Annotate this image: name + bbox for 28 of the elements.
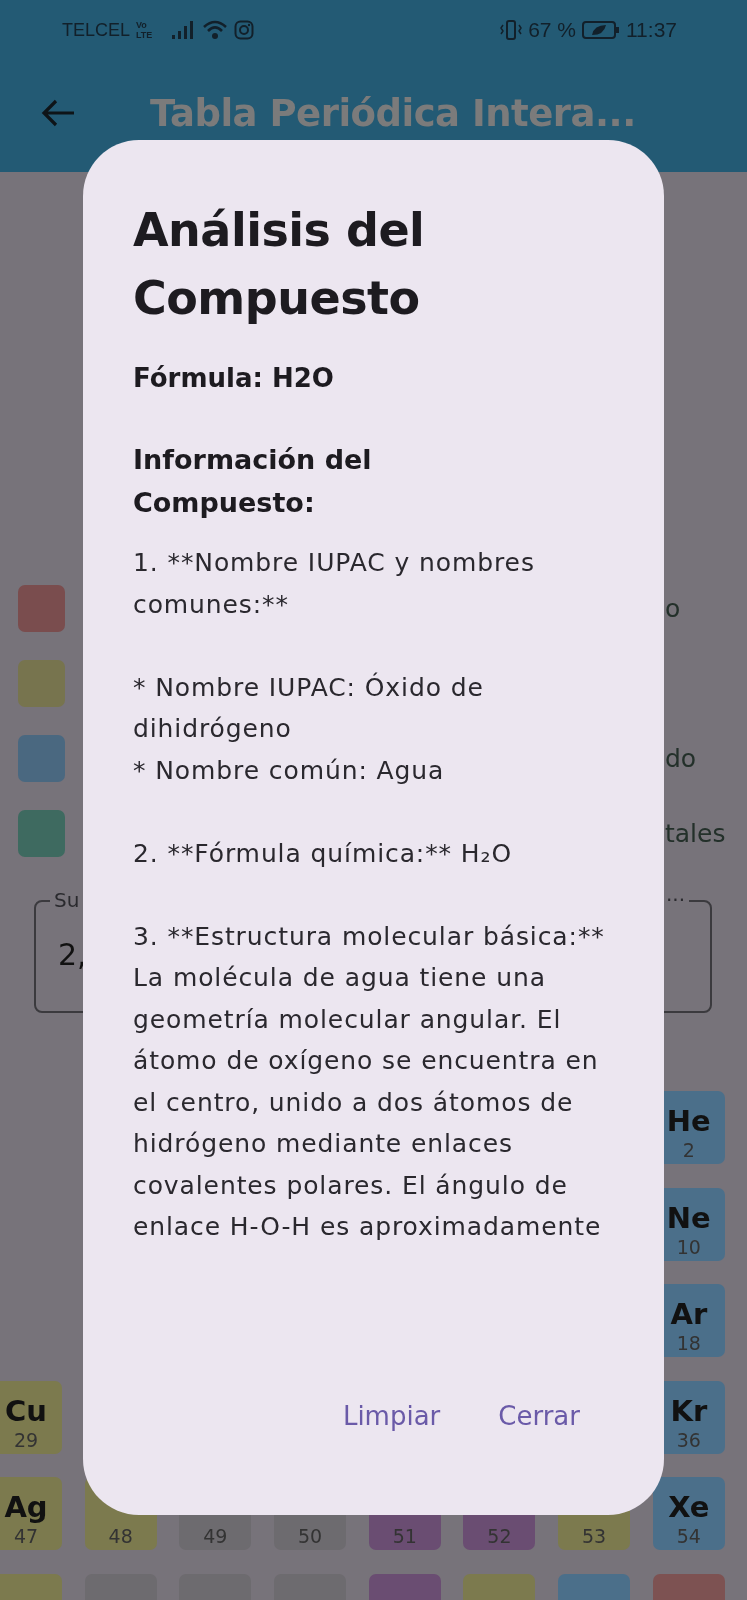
legend-label: do (665, 744, 698, 773)
legend-label: o (665, 594, 682, 623)
body-text: * Nombre IUPAC: Óxido de dihidrógeno (133, 671, 485, 745)
battery-percent: 67 % (528, 18, 576, 42)
app-title: Tabla Periódica Intera... (150, 91, 636, 135)
dialog-button[interactable]: Cerrar (484, 1393, 594, 1439)
clock-time: 11:37 (626, 18, 677, 42)
body-text: 2. **Fórmula química:** H₂O (133, 837, 514, 870)
camera-app-icon (234, 20, 255, 40)
body-text: 1. **Nombre IUPAC y nombres comunes:** (133, 547, 536, 621)
dialog-title: Análisis del Compuesto (133, 202, 426, 327)
back-arrow-icon[interactable] (40, 98, 76, 128)
formula-heading: Fórmula: H2O (133, 362, 335, 395)
dialog-button[interactable]: Limpiar (328, 1393, 455, 1439)
element-tile[interactable]: Cu 29 (0, 1380, 62, 1454)
element-tile[interactable]: Xe 54 (652, 1477, 725, 1550)
body-text: * Nombre común: Agua (133, 754, 446, 787)
section-heading: Información del Compuesto: (133, 443, 373, 520)
wifi-icon (202, 19, 229, 41)
volte-label: LTE (136, 30, 153, 40)
field-value: 2, (58, 937, 87, 972)
element-tile[interactable]: Ag 47 (0, 1477, 62, 1550)
carrier-name: TELCEL (62, 19, 131, 41)
vibrate-icon (500, 19, 523, 41)
battery-icon (582, 20, 620, 40)
legend-label: tales (665, 819, 727, 848)
volte-label: Vo (136, 20, 148, 30)
body-text: 3. **Estructura molecular básica:** La molécula de agua tiene una geometría molecular angular. El átomo de oxígeno se encuentra en el centro, unido a dos átomos de hidrógeno mediante enlaces covalentes polares. El ángulo de enlace H-O-H es aproximadamente (133, 920, 606, 1243)
